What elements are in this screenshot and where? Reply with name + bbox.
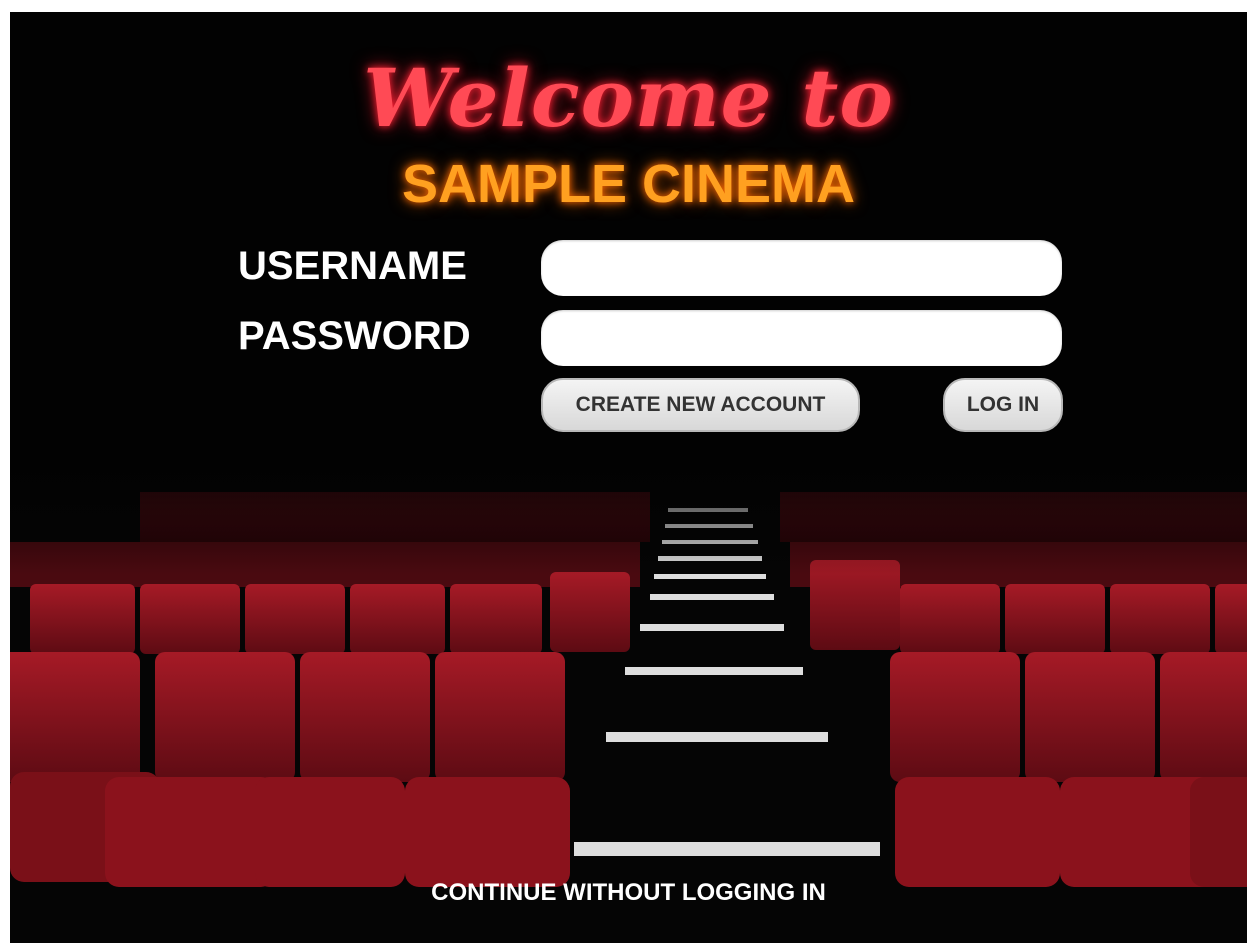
create-account-button[interactable]: CREATE NEW ACCOUNT (541, 378, 860, 432)
username-input[interactable] (541, 240, 1062, 296)
continue-without-login-link[interactable]: CONTINUE WITHOUT LOGGING IN (10, 877, 1247, 909)
login-button[interactable]: LOG IN (943, 378, 1063, 432)
theater-background-image (10, 452, 1247, 943)
theater-seats-illustration (10, 452, 1247, 943)
welcome-title: Welcome to (363, 51, 894, 145)
password-input[interactable] (541, 310, 1062, 366)
login-window: Welcome to SAMPLE CINEMA USERNAME PASSWO… (10, 12, 1247, 943)
cinema-name-title: SAMPLE CINEMA (401, 154, 855, 214)
username-label: USERNAME (238, 244, 467, 288)
password-label: PASSWORD (238, 314, 471, 358)
